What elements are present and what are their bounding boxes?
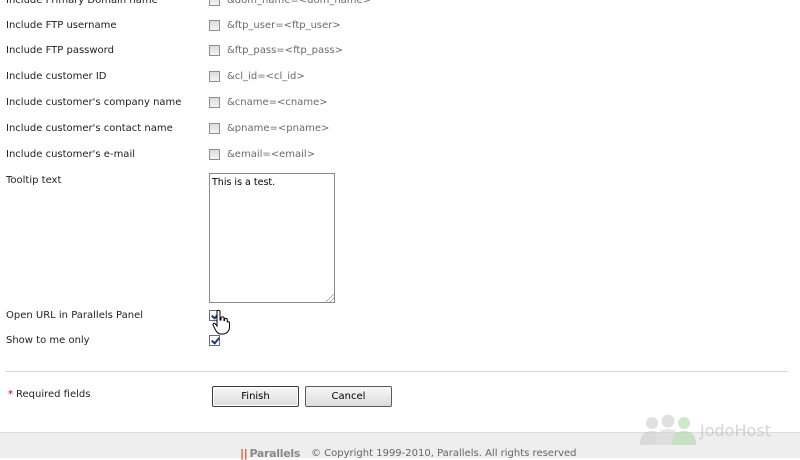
param-text: &ftp_pass=<ftp_pass> bbox=[227, 45, 343, 56]
jodohost-watermark: JodoHost bbox=[638, 413, 788, 447]
form-row-contact-name: Include customer's contact name &pname=<… bbox=[0, 116, 800, 142]
tooltip-label: Tooltip text bbox=[6, 175, 62, 186]
form-row-dom-name: Include Primary Domain name &dom_name=<d… bbox=[0, 0, 800, 14]
parallels-logo: || Parallels bbox=[240, 447, 300, 460]
ftp-pass-checkbox[interactable] bbox=[209, 45, 220, 56]
row-label: Include FTP username bbox=[6, 20, 117, 31]
show-to-me-checkbox[interactable] bbox=[209, 335, 220, 346]
parallels-brand-text: Parallels bbox=[249, 447, 301, 460]
row-label: Include FTP password bbox=[6, 45, 114, 56]
param-text: &cname=<cname> bbox=[227, 97, 328, 108]
param-text: &dom_name=<dom_name> bbox=[227, 0, 372, 6]
tooltip-textarea[interactable] bbox=[209, 173, 335, 303]
row-label: Include customer's e-mail bbox=[6, 149, 135, 160]
required-text: Required fields bbox=[16, 389, 91, 400]
row-label: Include Primary Domain name bbox=[6, 0, 158, 6]
param-text: &ftp_user=<ftp_user> bbox=[227, 20, 341, 31]
form-row-email: Include customer's e-mail &email=<email> bbox=[0, 142, 800, 168]
row-label: Include customer's company name bbox=[6, 97, 182, 108]
finish-button[interactable]: Finish bbox=[212, 386, 299, 407]
form-row-open-in-panel: Open URL in Parallels Panel bbox=[0, 303, 800, 329]
contact-name-checkbox[interactable] bbox=[209, 123, 220, 134]
param-text: &cl_id=<cl_id> bbox=[227, 71, 305, 82]
copyright-text: © Copyright 1999-2010, Parallels. All ri… bbox=[311, 448, 577, 459]
show-to-me-label: Show to me only bbox=[6, 335, 90, 346]
email-checkbox[interactable] bbox=[209, 149, 220, 160]
parallels-bars-icon: || bbox=[240, 447, 248, 460]
form-row-show-to-me: Show to me only bbox=[0, 328, 800, 354]
form-row-ftp-user: Include FTP username &ftp_user=<ftp_user… bbox=[0, 13, 800, 39]
company-name-checkbox[interactable] bbox=[209, 97, 220, 108]
form-row-ftp-pass: Include FTP password &ftp_pass=<ftp_pass… bbox=[0, 38, 800, 64]
form-row-company-name: Include customer's company name &cname=<… bbox=[0, 90, 800, 116]
required-fields-note: * Required fields bbox=[8, 389, 90, 401]
form-row-customer-id: Include customer ID &cl_id=<cl_id> bbox=[0, 64, 800, 90]
row-label: Include customer ID bbox=[6, 71, 107, 82]
resize-grip-icon[interactable] bbox=[326, 294, 334, 302]
param-text: &email=<email> bbox=[227, 149, 316, 160]
hand-cursor-icon bbox=[212, 309, 230, 335]
cancel-button[interactable]: Cancel bbox=[305, 386, 392, 407]
row-label: Include customer's contact name bbox=[6, 123, 173, 134]
people-icon bbox=[640, 414, 696, 445]
form-divider bbox=[6, 371, 788, 372]
dom-name-checkbox[interactable] bbox=[209, 0, 220, 6]
ftp-user-checkbox[interactable] bbox=[209, 20, 220, 31]
form-row-tooltip: Tooltip text bbox=[0, 168, 800, 194]
customer-id-checkbox[interactable] bbox=[209, 71, 220, 82]
open-in-panel-label: Open URL in Parallels Panel bbox=[6, 310, 144, 321]
watermark-text: JodoHost bbox=[700, 421, 771, 440]
required-star: * bbox=[8, 389, 13, 400]
param-text: &pname=<pname> bbox=[227, 123, 330, 134]
